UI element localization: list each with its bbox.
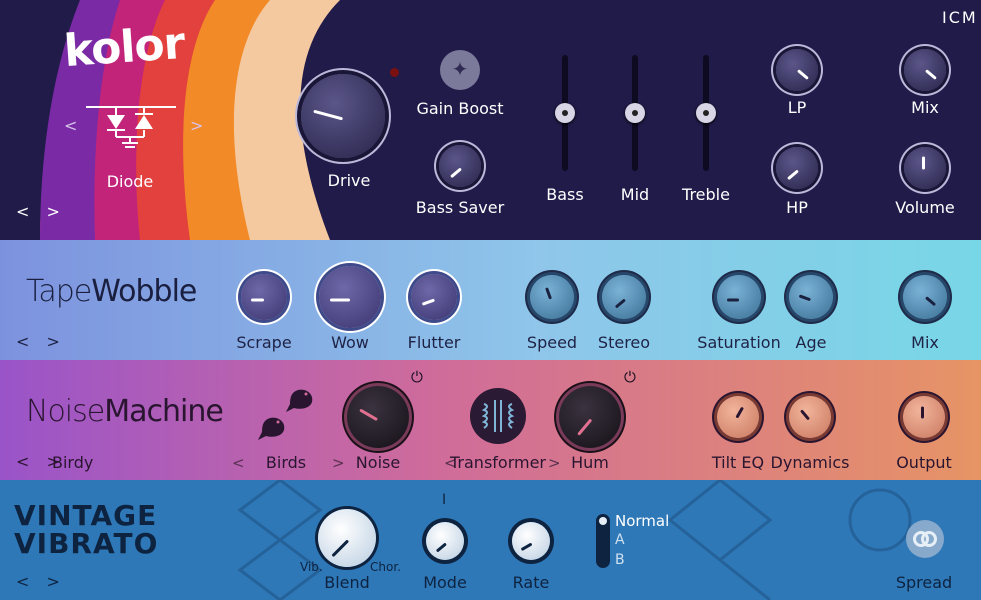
- noise-knob[interactable]: [347, 386, 409, 448]
- tilt-eq-knob[interactable]: [717, 396, 759, 438]
- mode-switch-thumb[interactable]: [599, 517, 607, 525]
- sparkle-icon: ✦: [451, 57, 469, 81]
- wow-label: Wow: [331, 333, 369, 352]
- lp-knob[interactable]: [776, 49, 818, 91]
- dynamics-knob[interactable]: [789, 396, 831, 438]
- kolor-panel: kolor ICM < > Diode < > Drive ✦ Gain Boo…: [0, 0, 981, 240]
- circuit-prev-button[interactable]: <: [64, 116, 77, 135]
- bass-slider-thumb[interactable]: [555, 103, 575, 123]
- switch-option-normal[interactable]: Normal: [615, 512, 669, 530]
- bass-label: Bass: [546, 185, 584, 204]
- rate-label: Rate: [512, 573, 550, 592]
- spread-button[interactable]: [906, 520, 944, 558]
- treble-slider-thumb[interactable]: [696, 103, 716, 123]
- tapewobble-mix-label: Mix: [911, 333, 939, 352]
- hum-knob[interactable]: [559, 386, 621, 448]
- hp-knob[interactable]: [776, 147, 818, 189]
- mid-label: Mid: [620, 185, 650, 204]
- transformer-label: Transformer: [449, 453, 547, 472]
- circuit-label: Diode: [106, 172, 154, 191]
- transformer-icon: [481, 400, 515, 432]
- blend-label: Blend: [324, 573, 370, 592]
- hp-label: HP: [786, 198, 808, 217]
- output-label: Output: [896, 453, 952, 472]
- mode-knob[interactable]: [426, 522, 464, 560]
- speed-label: Speed: [526, 333, 578, 352]
- scrape-label: Scrape: [236, 333, 292, 352]
- blend-knob[interactable]: [318, 509, 376, 567]
- volume-knob[interactable]: [904, 147, 946, 189]
- bass-saver-knob[interactable]: [439, 145, 481, 187]
- vintagevibrato-panel: VINTAGE VIBRATO < > Vib. Chor. Blend I M…: [0, 480, 981, 600]
- lp-label: LP: [787, 98, 807, 117]
- switch-option-b[interactable]: B: [615, 552, 625, 568]
- noise-label: Noise: [355, 453, 401, 472]
- drive-led: [390, 68, 399, 77]
- stereo-knob[interactable]: [602, 275, 646, 319]
- mode-switch[interactable]: [596, 514, 610, 568]
- mid-slider-thumb[interactable]: [625, 103, 645, 123]
- age-label: Age: [795, 333, 827, 352]
- vintage-vibrato-title: VINTAGE VIBRATO: [14, 502, 158, 558]
- output-knob[interactable]: [903, 396, 945, 438]
- blend-chor-label: Chor.: [370, 560, 401, 574]
- birds-icon: [258, 389, 313, 440]
- hum-power-icon[interactable]: ⏻: [624, 368, 636, 386]
- birds-label: Birds: [265, 453, 307, 472]
- volume-label: Volume: [895, 198, 955, 217]
- kolor-preset-nav[interactable]: < >: [16, 202, 66, 221]
- kolor-logo: kolor: [62, 17, 186, 78]
- spread-label: Spread: [895, 573, 953, 592]
- title-light: Noise: [26, 394, 105, 429]
- diode-circuit-icon: [86, 106, 176, 148]
- title-line-2: VIBRATO: [14, 527, 159, 560]
- switch-option-a[interactable]: A: [615, 532, 625, 548]
- flutter-knob[interactable]: [411, 274, 457, 320]
- birds-prev-button[interactable]: <: [232, 454, 245, 472]
- mode-label: Mode: [423, 573, 467, 592]
- speed-knob[interactable]: [530, 275, 574, 319]
- transformer-next-button[interactable]: >: [548, 454, 561, 472]
- noisemachine-panel: NoiseMachine < > Birdy < > Birds ⏻ Noise…: [0, 360, 981, 480]
- saturation-knob[interactable]: [717, 275, 761, 319]
- title-bold: Wobble: [91, 274, 197, 309]
- noisemachine-title: NoiseMachine: [26, 394, 224, 429]
- kolor-mix-knob[interactable]: [904, 49, 946, 91]
- tapewobble-preset-nav[interactable]: < >: [16, 332, 66, 351]
- rate-knob[interactable]: [512, 522, 550, 560]
- gain-boost-label: Gain Boost: [416, 99, 504, 118]
- icm-logo: ICM: [942, 8, 978, 27]
- saturation-label: Saturation: [697, 333, 781, 352]
- stereo-label: Stereo: [597, 333, 651, 352]
- gain-boost-button[interactable]: ✦: [440, 50, 480, 90]
- wow-knob[interactable]: [319, 266, 381, 328]
- flutter-label: Flutter: [407, 333, 461, 352]
- mode-marker: I: [442, 492, 447, 508]
- transformer-button[interactable]: [470, 388, 526, 444]
- blend-vib-label: Vib.: [300, 560, 323, 574]
- drive-knob[interactable]: [301, 74, 385, 158]
- scrape-knob[interactable]: [241, 274, 287, 320]
- tilt-eq-label: Tilt EQ: [711, 453, 765, 472]
- vibrato-preset-nav[interactable]: < >: [16, 572, 66, 591]
- preset-name: Birdy: [52, 453, 94, 472]
- spread-icon-ring: [921, 531, 937, 547]
- drive-label: Drive: [327, 171, 371, 190]
- title-light: Tape: [26, 274, 92, 309]
- title-line-1: VINTAGE: [14, 499, 158, 532]
- tapewobble-panel: TapeWobble < > Scrape Wow Flutter Speed …: [0, 240, 981, 360]
- treble-label: Treble: [682, 185, 730, 204]
- bass-saver-label: Bass Saver: [415, 198, 505, 217]
- birds-next-button[interactable]: >: [332, 454, 345, 472]
- tapewobble-mix-knob[interactable]: [903, 275, 947, 319]
- tapewobble-title: TapeWobble: [26, 274, 197, 309]
- age-knob[interactable]: [789, 275, 833, 319]
- hum-label: Hum: [571, 453, 609, 472]
- circuit-next-button[interactable]: >: [190, 116, 203, 135]
- title-bold: Machine: [104, 394, 224, 429]
- dynamics-label: Dynamics: [770, 453, 850, 472]
- kolor-mix-label: Mix: [911, 98, 939, 117]
- noise-power-icon[interactable]: ⏻: [411, 368, 423, 386]
